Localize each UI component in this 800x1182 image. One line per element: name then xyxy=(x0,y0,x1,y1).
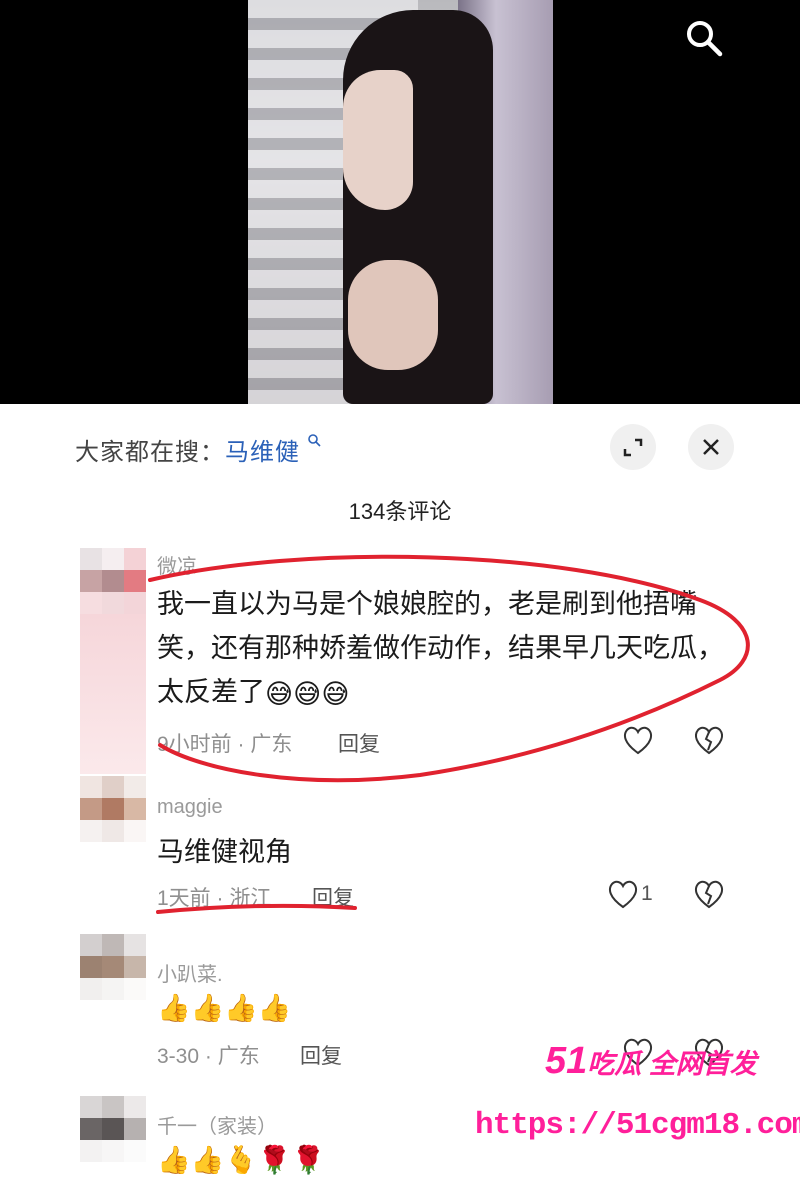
rose-emoji: 🌹 xyxy=(291,1144,326,1175)
watermark-text: 吃瓜 全网首发 xyxy=(587,1049,757,1079)
expand-icon xyxy=(623,438,643,457)
search-icon[interactable] xyxy=(684,18,724,58)
thumbs-up-emoji: 👍 xyxy=(190,1144,225,1175)
watermark-number: 51 xyxy=(545,1040,588,1082)
search-suggestion[interactable]: 大家都在搜：马维健 xyxy=(75,432,300,467)
watermark-url: https://51cgm18.com xyxy=(475,1108,800,1143)
watermark-logo: 51吃瓜 全网首发 xyxy=(545,1040,757,1083)
heart-icon[interactable] xyxy=(621,724,655,756)
comment-item: maggie 马维健视角 1天前 · 浙江 回复 1 xyxy=(0,776,800,926)
close-icon xyxy=(703,439,719,455)
heart-icon[interactable] xyxy=(606,878,640,910)
avatar-blur xyxy=(80,614,146,774)
thumbs-up-emoji: 👍 xyxy=(157,992,191,1023)
comment-line-text: 太反差了 xyxy=(157,677,265,707)
avatar[interactable] xyxy=(80,548,146,614)
video-player[interactable] xyxy=(0,0,800,404)
close-button[interactable] xyxy=(688,424,734,470)
comment-header: 大家都在搜：马维健 134条评论 xyxy=(0,404,800,524)
small-search-icon xyxy=(308,434,321,447)
person-face xyxy=(343,70,413,210)
sweat-smile-emoji: 😅 xyxy=(265,678,294,709)
sweat-smile-emoji: 😅 xyxy=(321,678,350,709)
avatar[interactable] xyxy=(80,1096,146,1162)
comment-text: 👍👍👍👍 xyxy=(157,984,757,1030)
sweat-smile-emoji: 😅 xyxy=(293,678,322,709)
broken-heart-icon[interactable] xyxy=(692,878,726,910)
comment-line: 笑，还有那种娇羞做作动作，结果早几天吃瓜， xyxy=(157,633,724,663)
username[interactable]: 微凉 xyxy=(157,550,197,579)
expand-button[interactable] xyxy=(610,424,656,470)
thumbs-up-emoji: 👍 xyxy=(257,992,292,1023)
username[interactable]: 小趴菜. xyxy=(157,958,223,987)
video-frame xyxy=(248,0,553,404)
comment-item: 微凉 我一直以为马是个娘娘腔的，老是刷到他捂嘴 笑，还有那种娇羞做作动作，结果早… xyxy=(0,544,800,774)
comment-text: 马维健视角 xyxy=(157,837,292,867)
thumbs-up-emoji: 👍 xyxy=(190,992,225,1023)
username[interactable]: 千一（家装） xyxy=(157,1110,277,1139)
reply-button[interactable]: 回复 xyxy=(338,728,380,758)
comment-line: 我一直以为马是个娘娘腔的，老是刷到他捂嘴 xyxy=(157,589,697,619)
search-suggestion-prefix: 大家都在搜： xyxy=(75,439,225,466)
avatar[interactable] xyxy=(80,934,146,1000)
like-count: 1 xyxy=(641,882,653,905)
search-suggestion-keyword[interactable]: 马维健 xyxy=(225,439,300,466)
comment-meta: 1天前 · 浙江 xyxy=(157,887,272,910)
reply-button[interactable]: 回复 xyxy=(312,882,354,912)
thumbs-up-emoji: 👍 xyxy=(224,992,258,1023)
thumbs-up-emoji: 👍 xyxy=(157,1144,191,1175)
broken-heart-icon[interactable] xyxy=(692,724,726,756)
username[interactable]: maggie xyxy=(157,796,223,819)
reply-button[interactable]: 回复 xyxy=(300,1040,342,1070)
finger-heart-emoji: 🫰 xyxy=(224,1144,258,1175)
comment-meta: 3-30 · 广东 xyxy=(157,1045,260,1068)
comment-text: 我一直以为马是个娘娘腔的，老是刷到他捂嘴 笑，还有那种娇羞做作动作，结果早几天吃… xyxy=(157,582,757,716)
person-hand xyxy=(348,260,438,370)
comment-count: 134条评论 xyxy=(348,499,452,524)
comment-meta: 9小时前 · 广东 xyxy=(157,733,293,756)
rose-emoji: 🌹 xyxy=(257,1144,292,1175)
avatar[interactable] xyxy=(80,776,146,842)
comment-line: 太反差了😅😅😅 xyxy=(157,670,757,716)
